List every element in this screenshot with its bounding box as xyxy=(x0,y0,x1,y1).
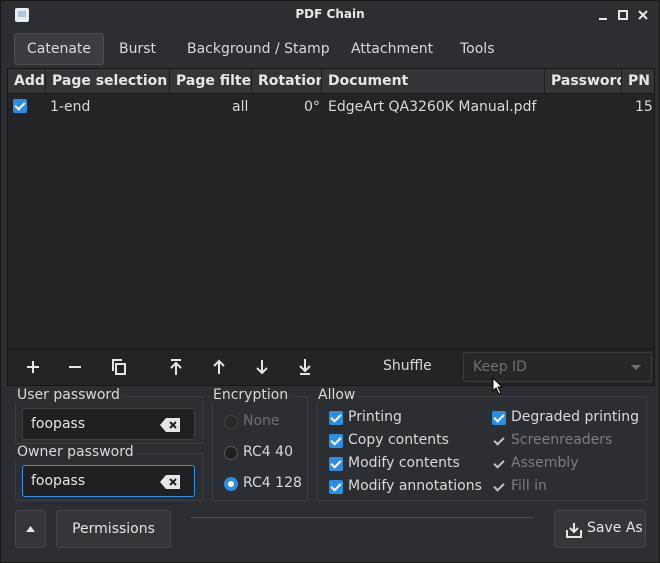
table-toolbar: Shuffle Keep ID xyxy=(7,350,655,386)
assembly-label: Assembly xyxy=(511,455,579,471)
chevron-up-icon xyxy=(26,526,35,532)
copy-contents-label: Copy contents xyxy=(348,432,449,448)
owner-password-label: Owner password xyxy=(15,444,136,460)
maximize-icon[interactable] xyxy=(615,7,631,23)
screenreaders-label: Screenreaders xyxy=(511,432,613,448)
printing-label: Printing xyxy=(348,409,402,425)
allow-label: Allow xyxy=(316,387,358,403)
title-bar[interactable]: PDF Chain xyxy=(1,1,659,29)
radio-rc4-40-label: RC4 40 xyxy=(243,444,293,460)
radio-rc4-128[interactable] xyxy=(224,477,238,491)
encryption-label: Encryption xyxy=(211,387,291,403)
column-header-password[interactable]: Password xyxy=(545,69,622,93)
radio-rc4-40[interactable] xyxy=(224,446,238,460)
remove-icon[interactable] xyxy=(62,354,88,380)
table-row[interactable]: 1-end all 0° EdgeArt QA3260K Manual.pdf … xyxy=(8,95,654,119)
tab-bar: Catenate Burst Background / Stamp Attach… xyxy=(11,33,651,65)
column-header-add[interactable]: Add xyxy=(8,69,46,93)
column-header-document[interactable]: Document xyxy=(322,69,545,93)
permissions-button[interactable]: Permissions xyxy=(56,510,171,548)
move-bottom-icon[interactable] xyxy=(292,354,318,380)
add-checkbox[interactable] xyxy=(13,99,27,113)
move-top-icon[interactable] xyxy=(163,354,189,380)
copy-icon[interactable] xyxy=(106,354,132,380)
keep-id-value: Keep ID xyxy=(473,359,527,375)
rotation-cell[interactable]: 0° xyxy=(304,95,320,119)
column-header-pn[interactable]: PN xyxy=(622,69,654,93)
shuffle-label: Shuffle xyxy=(383,358,432,374)
degraded-printing-checkbox[interactable] xyxy=(492,411,506,425)
assembly-checkbox[interactable] xyxy=(492,457,506,471)
page-filter-cell[interactable]: all xyxy=(232,95,248,119)
modify-annotations-checkbox[interactable] xyxy=(329,480,343,494)
radio-rc4-128-label: RC4 128 xyxy=(243,475,302,491)
tab-tools[interactable]: Tools xyxy=(448,33,507,65)
user-password-field[interactable] xyxy=(22,408,195,440)
fill-in-label: Fill in xyxy=(511,478,547,494)
modify-contents-checkbox[interactable] xyxy=(329,457,343,471)
radio-none[interactable] xyxy=(224,415,238,429)
move-down-icon[interactable] xyxy=(249,354,275,380)
save-as-button[interactable]: Save As xyxy=(554,510,646,548)
tab-burst[interactable]: Burst xyxy=(107,33,168,65)
document-table[interactable]: Add Page selection Page filter Rotation … xyxy=(7,68,655,350)
page-selection-cell[interactable]: 1-end xyxy=(50,95,90,119)
pn-cell: 15 xyxy=(635,99,653,115)
fill-in-checkbox[interactable] xyxy=(492,480,506,494)
screenreaders-checkbox[interactable] xyxy=(492,434,506,448)
user-password-label: User password xyxy=(15,387,122,403)
expand-button[interactable] xyxy=(15,510,46,548)
radio-none-label: None xyxy=(243,413,280,429)
tab-catenate[interactable]: Catenate xyxy=(14,33,105,65)
save-icon xyxy=(566,523,582,538)
document-cell[interactable]: EdgeArt QA3260K Manual.pdf xyxy=(328,95,536,119)
clear-icon[interactable] xyxy=(160,418,180,432)
window-title: PDF Chain xyxy=(295,7,365,21)
footer-separator xyxy=(191,517,533,518)
column-header-page-filter[interactable]: Page filter xyxy=(170,69,252,93)
table-header: Add Page selection Page filter Rotation … xyxy=(8,69,654,94)
user-password-input[interactable] xyxy=(31,416,161,432)
save-as-label: Save As xyxy=(587,520,643,536)
column-header-rotation[interactable]: Rotation xyxy=(252,69,322,93)
close-icon[interactable] xyxy=(635,7,651,23)
modify-annotations-label: Modify annotations xyxy=(348,478,482,494)
tab-attachment[interactable]: Attachment xyxy=(339,33,445,65)
add-icon[interactable] xyxy=(20,354,46,380)
owner-password-field[interactable] xyxy=(22,465,195,497)
chevron-down-icon xyxy=(631,365,641,370)
modify-contents-label: Modify contents xyxy=(348,455,460,471)
column-header-page-selection[interactable]: Page selection xyxy=(46,69,170,93)
owner-password-input[interactable] xyxy=(31,473,161,489)
move-up-icon[interactable] xyxy=(206,354,232,380)
tab-background-stamp[interactable]: Background / Stamp xyxy=(175,33,342,65)
degraded-printing-label: Degraded printing xyxy=(511,409,639,425)
printing-checkbox[interactable] xyxy=(329,411,343,425)
main-window: PDF Chain Catenate Burst Background / St… xyxy=(0,0,660,563)
minimize-icon[interactable] xyxy=(595,7,611,23)
clear-icon[interactable] xyxy=(160,475,180,489)
copy-contents-checkbox[interactable] xyxy=(329,434,343,448)
